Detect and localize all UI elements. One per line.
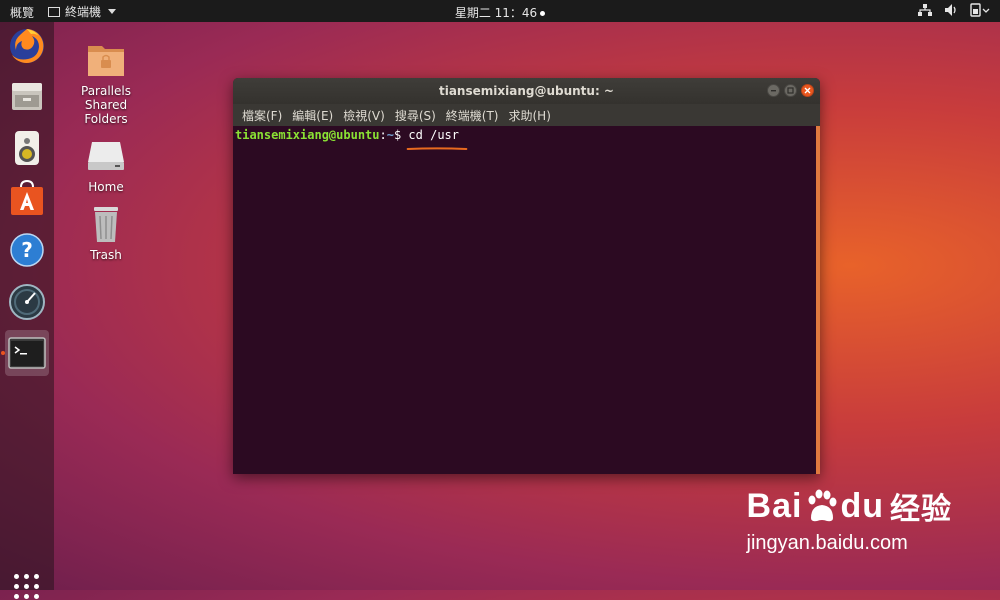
grid-dot-icon <box>24 594 29 599</box>
prompt-separator: : <box>379 128 387 142</box>
annotation-underline <box>406 147 468 150</box>
grid-dot-icon <box>14 574 19 579</box>
grid-dot-icon <box>34 574 39 579</box>
desktop-icon-parallels-shared-folders[interactable]: Parallels Shared Folders <box>61 40 151 126</box>
minimize-icon <box>771 90 776 92</box>
running-indicator <box>1 351 5 355</box>
minimize-button[interactable] <box>767 84 780 97</box>
dock-terminal[interactable] <box>5 330 49 376</box>
menu-terminal[interactable]: 終端機(T) <box>441 107 504 124</box>
help-icon: ? <box>10 233 44 267</box>
network-icon[interactable] <box>918 3 932 17</box>
watermark-logo-text: Bai <box>746 486 803 525</box>
app-menu[interactable]: 終端機 <box>48 3 117 20</box>
files-icon <box>12 83 42 110</box>
clock: 星期二 11：46 <box>0 4 1000 21</box>
scrollbar[interactable] <box>816 126 820 474</box>
terminal-menubar: 檔案(F) 編輯(E) 檢視(V) 搜尋(S) 終端機(T) 求助(H) <box>233 104 820 126</box>
dock-ubuntu-software[interactable] <box>5 176 49 220</box>
grid-dot-icon <box>14 584 19 589</box>
dock-rhythmbox[interactable] <box>5 126 49 170</box>
watermark-logo-cn: 经验 <box>890 492 952 527</box>
grid-dot-icon <box>34 594 39 599</box>
window-title: tiansemixiang@ubuntu: ~ <box>438 84 614 98</box>
terminal-icon <box>8 337 46 369</box>
menu-help[interactable]: 求助(H) <box>504 107 556 124</box>
menu-edit[interactable]: 編輯(E) <box>287 107 338 124</box>
maximize-icon <box>787 87 794 94</box>
activities-button[interactable]: 概覽 <box>10 4 34 21</box>
app-menu-label: 終端機 <box>65 5 102 19</box>
trash-icon <box>84 204 128 244</box>
system-tray[interactable] <box>918 3 990 17</box>
show-applications-button[interactable] <box>14 574 40 600</box>
home-drive-icon <box>84 136 128 176</box>
dock-files[interactable] <box>5 74 49 118</box>
grid-dot-icon <box>14 594 19 599</box>
desktop-icon-label: Trash <box>90 248 122 262</box>
chevron-down-icon <box>108 9 117 14</box>
terminal-small-icon <box>48 6 60 17</box>
prompt-path: ~ <box>386 128 394 142</box>
window-controls <box>767 84 814 97</box>
title-bar[interactable]: tiansemixiang@ubuntu: ~ <box>233 78 820 104</box>
disk-usage-icon <box>9 284 45 320</box>
volume-icon[interactable] <box>944 3 958 17</box>
terminal-window[interactable]: tiansemixiang@ubuntu: ~ 檔案(F) 編輯(E) 檢視(V… <box>233 78 820 474</box>
dock-disk-usage[interactable] <box>5 280 49 324</box>
dock-help[interactable]: ? <box>5 228 49 272</box>
baidu-watermark: Bai du 经验 jingyan.baidu.com <box>747 484 952 555</box>
power-menu-icon[interactable] <box>970 3 990 17</box>
maximize-button[interactable] <box>784 84 797 97</box>
prompt-symbol: $ <box>393 128 409 142</box>
desktop-icon-label: Parallels Shared Folders <box>81 84 131 126</box>
terminal-output[interactable]: tiansemixiang@ubuntu:~$ cd /usr <box>233 126 816 474</box>
desktop-icon-label: Home <box>88 180 124 194</box>
desktop-icon-trash[interactable]: Trash <box>61 204 151 262</box>
firefox-icon <box>10 29 44 63</box>
menu-search[interactable]: 搜尋(S) <box>390 107 441 124</box>
shared-folder-icon <box>84 40 128 80</box>
clock-label[interactable]: 星期二 11：46 <box>455 6 537 20</box>
desktop-icon-home[interactable]: Home <box>61 136 151 194</box>
software-center-icon <box>11 179 43 215</box>
prompt-user: tiansemixiang@ubuntu <box>235 128 380 142</box>
svg-text:?: ? <box>21 238 33 262</box>
speaker-icon <box>15 131 39 165</box>
close-icon <box>804 87 811 94</box>
grid-dot-icon <box>34 584 39 589</box>
dock-firefox[interactable] <box>5 24 49 68</box>
paw-icon <box>808 489 837 522</box>
close-button[interactable] <box>801 84 814 97</box>
dock: ? <box>0 22 54 599</box>
grid-dot-icon <box>24 584 29 589</box>
top-bar: 概覽 終端機 星期二 11：46 <box>0 0 1000 22</box>
menu-view[interactable]: 檢視(V) <box>338 107 390 124</box>
watermark-logo-text2: du <box>840 486 884 525</box>
watermark-url: jingyan.baidu.com <box>746 532 908 554</box>
notification-dot-icon <box>540 11 546 16</box>
grid-dot-icon <box>24 574 29 579</box>
command-text: cd /usr <box>408 128 459 142</box>
baidu-logo: Bai du 经验 <box>747 484 952 528</box>
menu-file[interactable]: 檔案(F) <box>237 107 287 124</box>
